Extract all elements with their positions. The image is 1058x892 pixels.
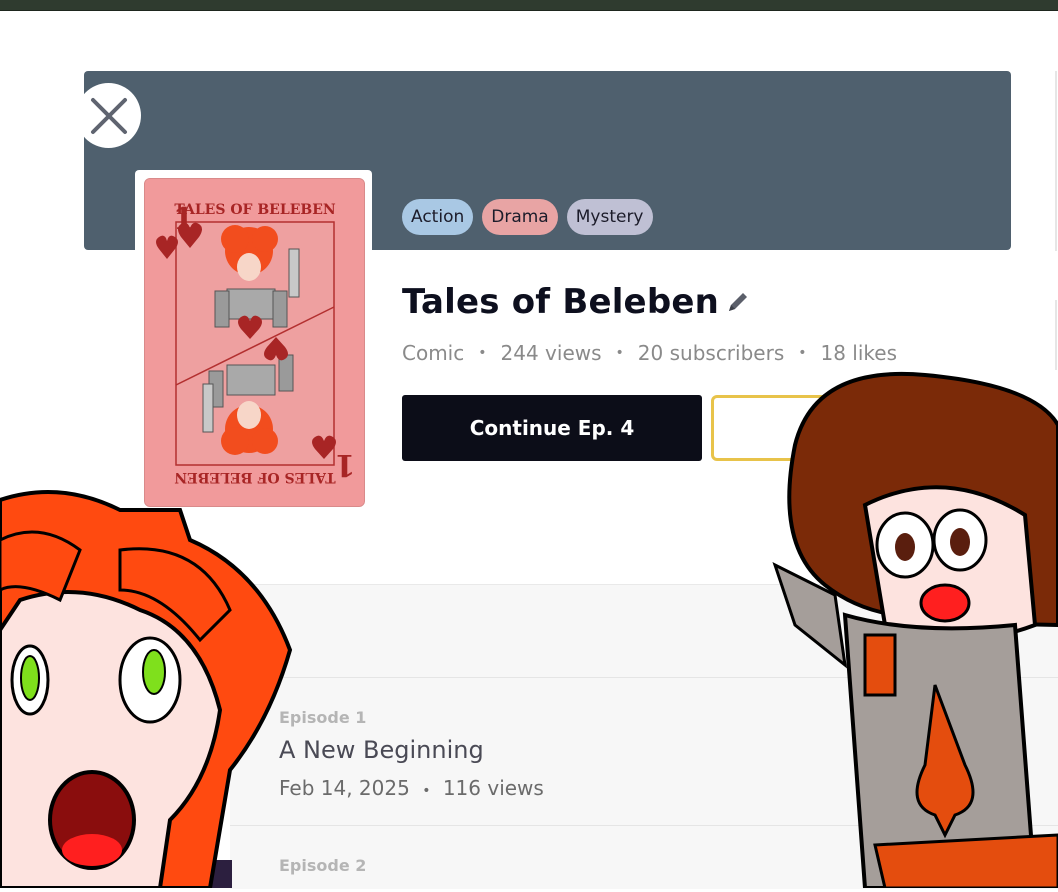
genre-tags: Action Drama Mystery <box>402 199 653 235</box>
character-illustration-right <box>755 365 1058 890</box>
series-stats: Comic • 244 views • 20 subscribers • 18 … <box>402 341 897 365</box>
continue-reading-button[interactable]: Continue Ep. 4 <box>402 395 702 461</box>
separator-dot: • <box>422 783 431 799</box>
separator-dot: • <box>615 345 624 361</box>
tag-action[interactable]: Action <box>402 199 474 235</box>
svg-text:1: 1 <box>335 447 356 482</box>
cover-top-text: TALES OF BELEBEN <box>174 202 336 218</box>
subscribers-count: 20 subscribers <box>637 341 785 365</box>
series-title: Tales of Beleben <box>402 282 720 322</box>
top-bar <box>0 0 1058 11</box>
edit-pencil-icon[interactable] <box>725 289 751 315</box>
views-count: 244 views <box>500 341 602 365</box>
tag-mystery[interactable]: Mystery <box>566 199 653 235</box>
episode-meta: Feb 14, 2025 • 116 views <box>279 776 544 800</box>
episode-title: A New Beginning <box>279 736 484 764</box>
character-illustration-left <box>0 480 300 890</box>
title-row: Tales of Beleben <box>402 282 751 322</box>
side-divider <box>1055 300 1057 370</box>
separator-dot: • <box>478 345 487 361</box>
side-divider <box>1055 71 1057 251</box>
close-icon <box>90 97 127 134</box>
series-type: Comic <box>402 341 465 365</box>
series-cover-image: 1 TALES OF BELEBEN TALES OF BELEBEN 1 <box>144 178 365 507</box>
episode-views: 116 views <box>442 776 544 800</box>
tag-drama[interactable]: Drama <box>482 199 558 235</box>
likes-count: 18 likes <box>820 341 898 365</box>
close-button[interactable] <box>76 83 141 148</box>
separator-dot: • <box>798 345 807 361</box>
